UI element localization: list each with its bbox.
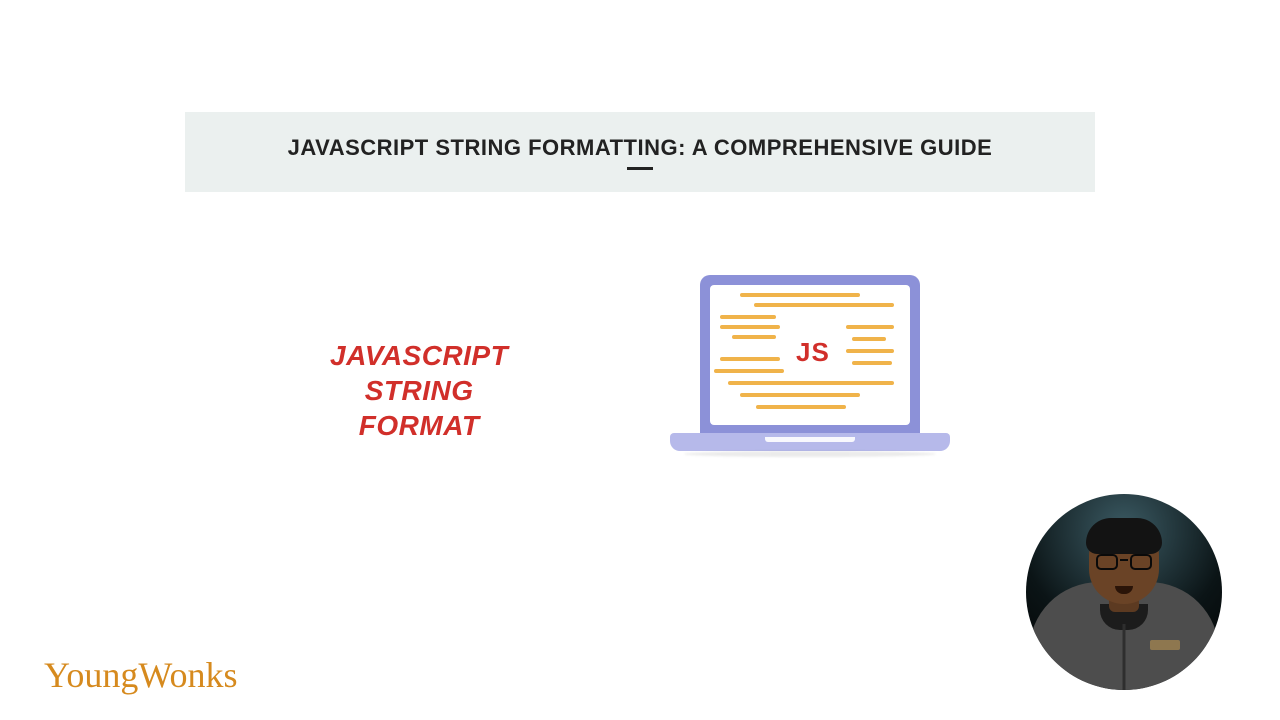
page-title: JAVASCRIPT STRING FORMATTING: A COMPREHE… bbox=[288, 135, 993, 161]
presenter-badge-icon bbox=[1150, 640, 1180, 650]
code-line-icon bbox=[720, 357, 780, 361]
hero-section: JAVASCRIPT STRING FORMAT JS bbox=[330, 270, 950, 510]
laptop-screen: JS bbox=[700, 275, 920, 435]
code-line-icon bbox=[740, 293, 860, 297]
code-line-icon bbox=[852, 337, 886, 341]
presenter-webcam bbox=[1026, 494, 1222, 690]
code-line-icon bbox=[846, 325, 894, 329]
laptop-illustration: JS bbox=[670, 275, 950, 505]
js-label: JS bbox=[796, 337, 830, 368]
title-underline bbox=[627, 167, 653, 170]
glasses-icon bbox=[1094, 554, 1154, 572]
code-line-icon bbox=[720, 325, 780, 329]
hero-line-2: STRING bbox=[365, 375, 474, 406]
code-line-icon bbox=[728, 381, 894, 385]
laptop-screen-inner: JS bbox=[710, 285, 910, 425]
code-line-icon bbox=[754, 303, 894, 307]
code-line-icon bbox=[756, 405, 846, 409]
code-line-icon bbox=[740, 393, 860, 397]
code-line-icon bbox=[852, 361, 892, 365]
code-line-icon bbox=[846, 349, 894, 353]
hero-line-3: FORMAT bbox=[359, 410, 480, 441]
code-line-icon bbox=[732, 335, 776, 339]
hero-line-1: JAVASCRIPT bbox=[330, 340, 508, 371]
code-line-icon bbox=[714, 369, 784, 373]
hero-text: JAVASCRIPT STRING FORMAT bbox=[330, 338, 508, 443]
brand-logo: YoungWonks bbox=[44, 654, 238, 696]
code-line-icon bbox=[720, 315, 776, 319]
presenter-zip-icon bbox=[1123, 624, 1126, 690]
presenter-hair-icon bbox=[1086, 518, 1162, 554]
laptop-base bbox=[670, 433, 950, 451]
title-band: JAVASCRIPT STRING FORMATTING: A COMPREHE… bbox=[185, 112, 1095, 192]
